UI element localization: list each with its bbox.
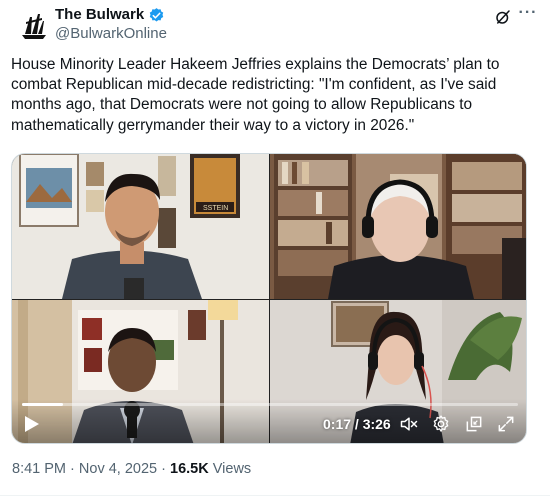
time-display: 0:17 / 3:26 [323,416,391,432]
video-tile-host: SSTEIN [12,154,269,299]
views-label: Views [212,461,252,477]
verified-badge-icon [149,7,164,22]
tweet-header: The Bulwark @BulwarkOnline ··· [12,5,538,46]
grok-icon[interactable] [494,8,512,26]
video-tile-guest-1 [270,154,526,299]
divider [0,495,550,496]
views-count[interactable]: 16.5K [170,461,209,477]
expand-icon[interactable] [496,414,516,434]
display-name[interactable]: The Bulwark [55,6,144,24]
progress-fill [22,403,64,406]
post-time[interactable]: 8:41 PM [12,461,66,477]
play-icon[interactable] [24,415,40,433]
video-player[interactable]: SSTEIN 0:17 / 3:26 [11,153,527,444]
poster-text: SSTEIN [203,205,228,212]
video-controls: 0:17 / 3:26 [12,399,526,443]
more-icon[interactable]: ··· [518,5,538,26]
tweet-meta: 8:41 PM · Nov 4, 2025 · 16.5K Views [12,461,251,477]
settings-icon[interactable] [431,414,451,434]
handle[interactable]: @BulwarkOnline [55,24,167,43]
separator: · [70,461,75,477]
separator: · [161,461,166,477]
avatar[interactable] [16,8,52,44]
mute-icon[interactable] [399,414,419,434]
fullscreen-icon[interactable] [464,414,484,434]
progress-bar[interactable] [22,403,518,406]
tweet-text: House Minority Leader Hakeem Jeffries ex… [11,56,500,134]
bulwark-logo-icon [16,8,52,44]
account-info[interactable]: The Bulwark @BulwarkOnline [55,6,167,43]
post-date[interactable]: Nov 4, 2025 [79,461,157,477]
